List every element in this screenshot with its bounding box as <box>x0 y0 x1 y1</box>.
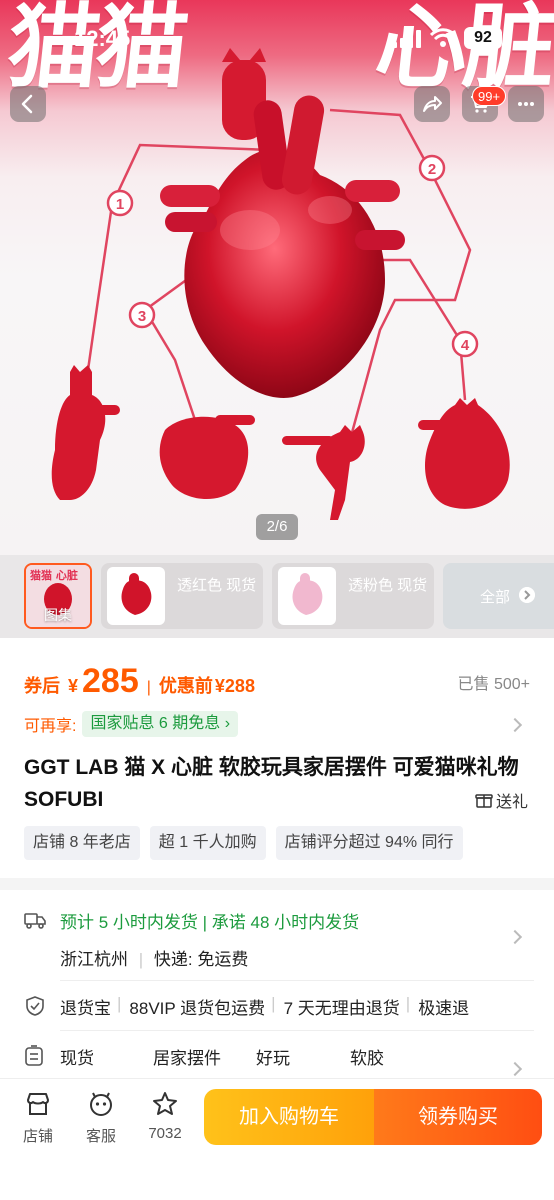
share-button[interactable] <box>414 86 450 122</box>
attribute-item: 好玩 <box>256 1049 290 1068</box>
shipping-estimate: 预计 5 小时内发货 | 承诺 48 小时内发货 <box>60 913 360 932</box>
extra-benefit-row[interactable]: 可再享: 国家贴息 6 期免息 › <box>24 711 239 737</box>
price-row: 券后 ¥ 285 | 优惠前 ¥288 <box>24 662 255 701</box>
svg-text:猫猫 心脏: 猫猫 心脏 <box>30 568 78 582</box>
sold-count: 已售 500+ <box>457 676 531 693</box>
product-title: GGT LAB 猫 X 心脏 软胶玩具家居摆件 可爱猫咪礼物 SOFUBI <box>24 756 519 811</box>
service-item: 88VIP 退货包运费 <box>129 999 266 1018</box>
attribute-item: 软胶 <box>350 1049 384 1068</box>
variant-thumb-strip: 猫猫 心脏 图集 透红色 现货 透粉色 现货 <box>0 555 554 638</box>
product-image-carousel[interactable]: 猫猫 心脏 1 2 3 4 2/6 <box>0 0 554 555</box>
shop-label: 店铺 <box>22 1128 53 1145</box>
attribute-item: 居家摆件 <box>153 1049 221 1068</box>
tag-cart-count: 超 1 千人加购 <box>149 826 266 860</box>
chevron-right-icon <box>519 587 535 603</box>
shop-button[interactable]: 店铺 <box>13 1090 63 1146</box>
service-icon <box>90 1092 112 1116</box>
currency-symbol: ¥ <box>68 676 79 696</box>
gallery-thumb[interactable]: 猫猫 心脏 图集 <box>24 563 92 629</box>
cart-count-badge: 99+ <box>472 86 507 106</box>
variant-pink-image <box>278 567 336 625</box>
shop-icon <box>27 1093 49 1115</box>
status-time: 12:45 <box>74 26 131 51</box>
truck-icon <box>24 913 46 929</box>
coupon-price: 285 <box>82 662 139 700</box>
variant-pink[interactable]: 透粉色 现货 <box>272 563 434 629</box>
tag-rating: 店铺评分超过 94% 同行 <box>275 826 463 860</box>
extra-benefit-label: 可再享: <box>24 718 77 735</box>
variant-red[interactable]: 透红色 现货 <box>101 563 263 629</box>
more-icon <box>518 102 534 106</box>
attribute-item: 现货 <box>60 1049 94 1068</box>
ship-from: 浙江杭州 <box>60 950 128 969</box>
gallery-label: 图集 <box>44 607 72 623</box>
all-variants-button[interactable]: 全部 <box>480 586 510 607</box>
shipping-location-row[interactable]: 浙江杭州 | 快递: 免运费 <box>60 945 248 970</box>
add-to-cart-button[interactable]: 加入购物车 <box>204 1089 374 1145</box>
wifi-icon <box>430 28 456 47</box>
delivery-label: 快递: <box>153 950 193 969</box>
shop-tags: 店铺 8 年老店 超 1 千人加购 店铺评分超过 94% 同行 <box>24 826 463 860</box>
price-separator: | <box>146 679 151 696</box>
star-icon <box>153 1092 177 1115</box>
buy-with-coupon-button[interactable]: 领券购买 <box>374 1089 542 1145</box>
divider <box>60 980 534 981</box>
subsidy-badge[interactable]: 国家贴息 6 期免息 › <box>82 711 239 737</box>
callout-2: 2 <box>428 161 436 178</box>
back-button[interactable] <box>10 86 46 122</box>
share-icon <box>423 96 442 112</box>
signal-icon <box>392 30 421 48</box>
delivery-value: 免运费 <box>197 950 249 969</box>
original-price: ¥288 <box>214 676 255 696</box>
variant-red-label: 透红色 现货 <box>177 577 257 594</box>
service-item: 7 天无理由退货 <box>283 999 400 1018</box>
gift-label: 送礼 <box>496 794 529 811</box>
gift-button[interactable]: 送礼 <box>475 788 528 812</box>
product-figure-illustration: 1 2 3 4 <box>51 48 510 520</box>
variant-red-image <box>107 567 165 625</box>
service-item: 退货宝 <box>60 999 111 1018</box>
favorite-count: 7032 <box>148 1125 182 1142</box>
customer-service-button[interactable]: 客服 <box>76 1090 126 1146</box>
heart-figure <box>160 48 405 398</box>
status-bar: 12:45 92 <box>0 0 554 64</box>
service-label: 客服 <box>85 1128 116 1145</box>
page-indicator: 2/6 <box>256 514 298 540</box>
battery-indicator: 92 <box>464 27 502 49</box>
original-price-label: 优惠前 <box>158 676 213 696</box>
favorite-button[interactable]: 7032 <box>140 1090 190 1142</box>
coupon-price-label: 券后 <box>24 676 60 696</box>
divider <box>60 1030 534 1031</box>
variant-pink-label: 透粉色 现货 <box>348 577 428 594</box>
tag-shop-age: 店铺 8 年老店 <box>24 826 140 860</box>
service-guarantees[interactable]: 退货宝 | 88VIP 退货包运费 | 7 天无理由退货 | 极速退 <box>60 994 554 1019</box>
callout-1: 1 <box>116 196 124 213</box>
callout-4: 4 <box>461 337 470 354</box>
more-button[interactable] <box>508 86 544 122</box>
back-icon <box>21 94 33 114</box>
callout-3: 3 <box>138 308 146 325</box>
shield-check-icon <box>26 996 44 1016</box>
gift-icon <box>475 794 493 808</box>
service-item: 极速退 <box>418 999 470 1018</box>
list-icon <box>25 1045 43 1066</box>
